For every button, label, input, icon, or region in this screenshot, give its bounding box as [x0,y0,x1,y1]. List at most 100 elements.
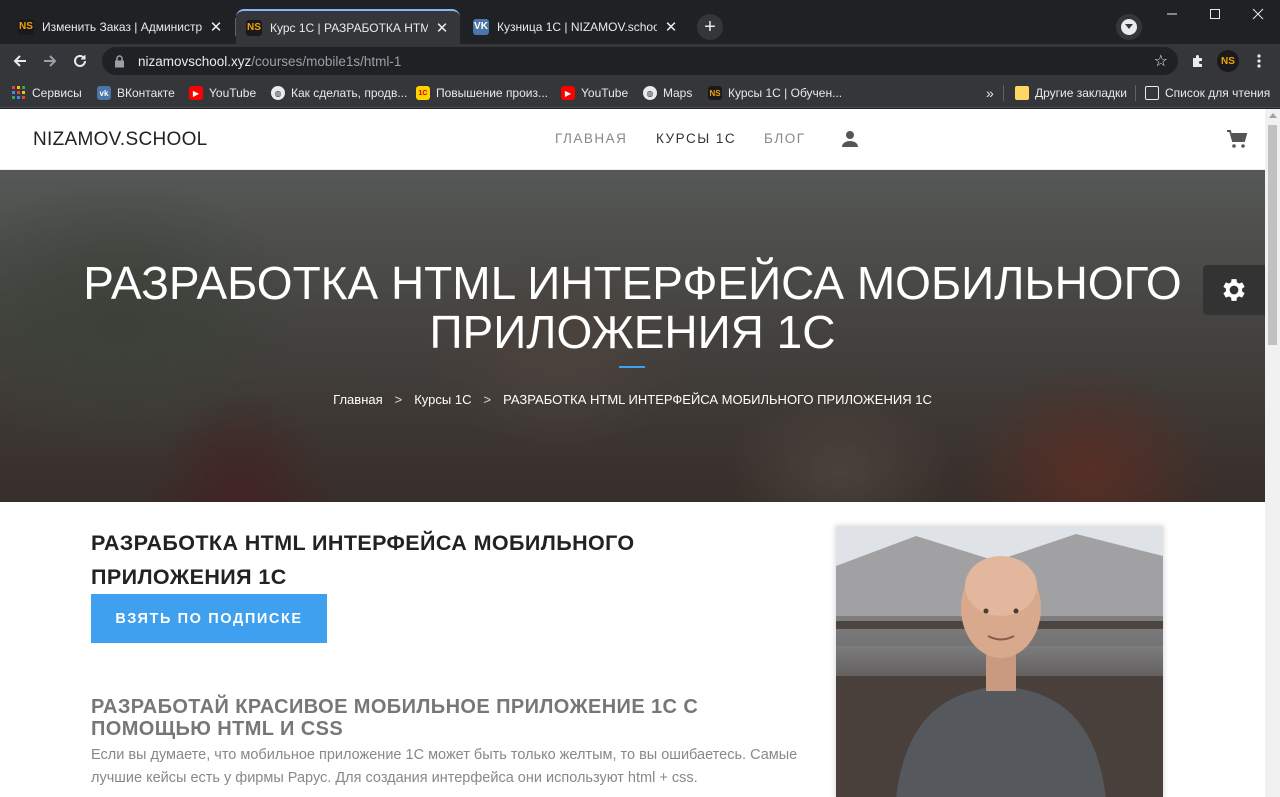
hero-accent-line [619,366,645,368]
gear-icon [1223,279,1245,301]
bookmarks-bar: Сервисы vk ВКонтакте ▶ YouTube ◍ Как сде… [0,78,1280,108]
bookmark-label: Повышение произ... [436,86,548,100]
author-photo [836,526,1163,797]
user-account-icon[interactable] [840,129,860,149]
tab-title: Изменить Заказ | Администрати [42,19,202,34]
close-icon [1252,8,1264,20]
other-bookmarks-folder[interactable]: Другие закладки [1015,84,1127,102]
nav-blog-link[interactable]: БЛОГ [764,131,806,146]
bookmark-maps[interactable]: ◍ Maps [643,84,692,102]
tab-title: Курс 1С | РАЗРАБОТКА HTML ИН [270,20,428,35]
author-portrait-image [836,526,1163,797]
1c-icon: 1С [416,86,430,100]
close-window-button[interactable] [1243,4,1273,24]
course-content: РАЗРАБОТКА HTML ИНТЕРФЕЙСА МОБИЛЬНОГО ПР… [0,502,1265,797]
scroll-up-arrow-icon[interactable] [1269,113,1277,118]
bookmark-services[interactable]: Сервисы [12,84,82,102]
minimize-icon [1167,13,1177,15]
close-icon[interactable]: ✕ [663,18,679,36]
settings-panel-toggle[interactable] [1203,265,1265,315]
bookmark-label: Как сделать, продв... [291,86,408,100]
forward-button[interactable] [38,49,62,73]
folder-icon [1015,86,1029,100]
reading-list-icon [1145,86,1159,100]
bookmark-label: Maps [663,86,693,100]
tab-strip: NS Изменить Заказ | Администрати ✕ NS Ку… [0,0,1280,44]
subscribe-button[interactable]: ВЗЯТЬ ПО ПОДПИСКЕ [91,594,327,643]
tab-title: Кузница 1С | NIZAMOV.school [497,19,657,34]
scrollbar-thumb[interactable] [1268,125,1277,345]
ns-extension-icon[interactable]: NS [1217,50,1239,72]
breadcrumb-separator: > [483,392,492,407]
close-icon[interactable]: ✕ [434,19,450,37]
tab-search-button[interactable] [1116,14,1142,40]
youtube-icon: ▶ [561,86,575,100]
reload-button[interactable] [68,49,92,73]
breadcrumb-separator: > [394,392,403,407]
vk-icon: vk [97,86,111,100]
youtube-icon: ▶ [189,86,203,100]
chevron-down-icon [1121,19,1137,35]
page-scrollbar[interactable] [1265,109,1280,797]
browser-toolbar: nizamovschool.xyz/courses/mobile1s/html-… [0,44,1280,78]
bookmark-productivity[interactable]: 1С Повышение произ... [416,84,548,102]
ns-icon: NS [708,86,722,100]
site-logo[interactable]: NIZAMOV.SCHOOL [33,129,208,151]
back-button[interactable] [8,49,32,73]
breadcrumb-current: РАЗРАБОТКА HTML ИНТЕРФЕЙСА МОБИЛЬНОГО ПР… [503,392,932,407]
globe-icon: ◍ [271,86,285,100]
site-header: NIZAMOV.SCHOOL ГЛАВНАЯ КУРСЫ 1С БЛОГ [0,109,1265,170]
breadcrumb-courses[interactable]: Курсы 1С [414,392,471,407]
maximize-icon [1210,9,1220,19]
tab-kuznitsa[interactable]: VK Кузница 1С | NIZAMOV.school ✕ [463,9,689,44]
hero-title: РАЗРАБОТКА HTML ИНТЕРФЕЙСА МОБИЛЬНОГО ПР… [83,257,1182,358]
arrow-right-icon [44,55,57,67]
extensions-puzzle-icon[interactable] [1187,50,1209,72]
bookmark-star-icon[interactable]: ☆ [1154,51,1168,71]
lock-icon [114,54,128,68]
tab-edit-order[interactable]: NS Изменить Заказ | Администрати ✕ [8,9,234,44]
reload-icon [74,54,86,67]
lead-heading: РАЗРАБОТАЙ КРАСИВОЕ МОБИЛЬНОЕ ПРИЛОЖЕНИЕ… [91,696,699,740]
apps-grid-icon [12,86,26,100]
nav-courses-link[interactable]: КУРСЫ 1С [656,131,736,146]
lead-paragraph: Если вы думаете, что мобильное приложени… [91,747,798,786]
page-viewport: NIZAMOV.SCHOOL ГЛАВНАЯ КУРСЫ 1С БЛОГ РАЗ… [0,109,1265,797]
bookmark-vk[interactable]: vk ВКонтакте [97,84,175,102]
new-tab-button[interactable]: + [697,14,723,40]
close-icon[interactable]: ✕ [208,18,224,36]
bookmark-how-to[interactable]: ◍ Как сделать, продв... [271,84,407,102]
url-path: /courses/mobile1s/html-1 [251,53,402,69]
bookmark-youtube[interactable]: ▶ YouTube [189,84,256,102]
reading-list-button[interactable]: Список для чтения [1145,84,1270,102]
bookmarks-overflow-button[interactable]: » [986,84,994,102]
bookmark-youtube-2[interactable]: ▶ YouTube [561,84,628,102]
other-bookmarks-label: Другие закладки [1035,86,1127,100]
ns-favicon-icon: NS [246,19,262,36]
globe-icon: ◍ [643,86,657,100]
vk-favicon-icon: VK [473,18,489,35]
tab-course-html[interactable]: NS Курс 1С | РАЗРАБОТКА HTML ИН ✕ [236,9,460,44]
minimize-button[interactable] [1157,4,1187,24]
hero-banner: РАЗРАБОТКА HTML ИНТЕРФЕЙСА МОБИЛЬНОГО ПР… [0,170,1265,502]
breadcrumb: Главная > Курсы 1С > РАЗРАБОТКА HTML ИНТЕРФЕ… [0,392,1265,407]
bookmarks-divider [1003,85,1004,101]
nav-home-link[interactable]: ГЛАВНАЯ [555,131,627,146]
ns-favicon-icon: NS [18,18,34,35]
bookmark-label: YouTube [209,86,257,100]
shopping-cart-icon[interactable] [1226,128,1248,150]
url-host: nizamovschool.xyz [138,53,252,69]
bookmark-courses-1c[interactable]: NS Курсы 1С | Обучен... [708,84,842,102]
reading-list-label: Список для чтения [1165,86,1271,100]
maximize-button[interactable] [1200,4,1230,24]
menu-dots-icon[interactable] [1248,50,1270,72]
arrow-left-icon [13,55,26,67]
bookmark-label: Курсы 1С | Обучен... [728,86,843,100]
address-bar[interactable]: nizamovschool.xyz/courses/mobile1s/html-… [102,47,1178,75]
bookmark-label: Сервисы [32,86,82,100]
bookmarks-divider [1135,85,1136,101]
plus-icon: + [704,15,716,38]
bookmark-label: ВКонтакте [117,86,175,100]
bookmark-label: YouTube [581,86,629,100]
breadcrumb-home[interactable]: Главная [333,392,382,407]
